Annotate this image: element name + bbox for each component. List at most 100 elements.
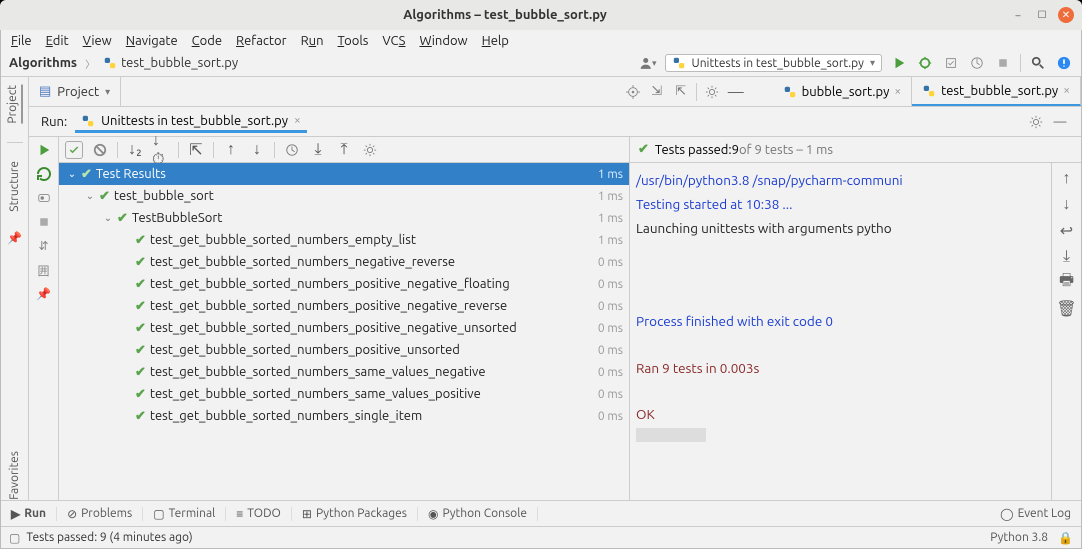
gear-icon[interactable]	[361, 141, 379, 159]
editor-tab-bubble-sort[interactable]: bubble_sort.py ×	[773, 77, 912, 106]
profile-button[interactable]	[968, 54, 986, 72]
search-everywhere-icon[interactable]	[1029, 54, 1047, 72]
tree-row-time: 1 ms	[598, 190, 623, 203]
close-button[interactable]: ✕	[1058, 7, 1074, 23]
debug-button[interactable]	[916, 54, 934, 72]
test-tree-row[interactable]: ✔ test_get_bubble_sorted_numbers_positive…	[59, 295, 629, 317]
run-session-tab[interactable]: Unittests in test_bubble_sort.py ×	[75, 111, 307, 133]
pass-icon: ✔	[81, 167, 92, 182]
collapse-all-icon[interactable]: ⇱	[672, 83, 690, 101]
menu-refactor[interactable]: Refactor	[236, 34, 287, 48]
menu-help[interactable]: Help	[482, 34, 509, 48]
project-tool-tab[interactable]: ▤ Project ▾	[29, 77, 121, 106]
test-tree-row[interactable]: ✔test_get_bubble_sorted_numbers_positive…	[59, 317, 629, 339]
bottom-todo[interactable]: ≡TODO	[226, 507, 292, 521]
test-tree-row[interactable]: ✔test_get_bubble_sorted_numbers_positive…	[59, 339, 629, 361]
next-failed-icon[interactable]: ↓	[248, 141, 266, 159]
run-button[interactable]	[890, 54, 908, 72]
tree-row-label: test_get_bubble_sorted_numbers_positive_…	[150, 299, 507, 313]
expander-icon[interactable]: ⌄	[67, 168, 77, 180]
lock-icon[interactable]: 🔒	[1058, 531, 1073, 545]
pin-icon[interactable]: ⇵	[35, 237, 53, 255]
chevron-down-icon: ▾	[105, 86, 110, 98]
collapse-icon[interactable]: ⇱	[187, 141, 205, 159]
test-tree-row[interactable]: ✔test_get_bubble_sorted_numbers_positive…	[59, 273, 629, 295]
sidebar-structure[interactable]: Structure	[8, 161, 21, 212]
bottom-problems[interactable]: ⊘Problems	[57, 507, 143, 521]
soft-wrap-icon[interactable]: ↩	[1058, 221, 1076, 239]
breadcrumb-project: Algorithms	[9, 56, 77, 70]
menu-code[interactable]: Code	[192, 34, 222, 48]
bookmark-icon[interactable]: 📌	[6, 229, 24, 247]
test-tree-row[interactable]: ⌄✔test_bubble_sort1 ms	[59, 185, 629, 207]
stop-button[interactable]	[994, 54, 1012, 72]
rerun-failed-button[interactable]	[35, 165, 53, 183]
test-tree-row[interactable]: ⌄✔Test Results1 ms	[59, 163, 629, 185]
run-config-dropdown[interactable]: Unittests in test_bubble_sort.py ▾	[665, 54, 883, 72]
stop-button[interactable]	[35, 213, 53, 231]
minimize-button[interactable]: –	[1010, 7, 1026, 23]
scroll-up-icon[interactable]: ↑	[1058, 169, 1076, 187]
menu-view[interactable]: View	[83, 34, 112, 48]
bottom-terminal[interactable]: ▢Terminal	[143, 507, 226, 521]
close-icon[interactable]: ×	[1063, 84, 1070, 97]
menu-edit[interactable]: Edit	[46, 34, 69, 48]
status-python[interactable]: Python 3.8	[990, 531, 1048, 544]
close-icon[interactable]: ×	[294, 114, 301, 127]
prev-failed-icon[interactable]: ↑	[222, 141, 240, 159]
updates-icon[interactable]	[1055, 54, 1073, 72]
sort-icon[interactable]: ↓₂	[126, 141, 144, 159]
test-tree-row[interactable]: ✔test_get_bubble_sorted_numbers_single_i…	[59, 405, 629, 427]
test-tree-row[interactable]: ✔test_get_bubble_sorted_numbers_same_val…	[59, 361, 629, 383]
maximize-button[interactable]: ☐	[1034, 7, 1050, 23]
scroll-down-icon[interactable]: ↓	[1058, 195, 1076, 213]
menu-run[interactable]: Run	[301, 34, 324, 48]
clear-icon[interactable]: 🗑	[1058, 299, 1076, 317]
test-tree-row[interactable]: ✔test_get_bubble_sorted_numbers_empty_li…	[59, 229, 629, 251]
hide-tool-icon[interactable]: —	[727, 83, 745, 101]
show-ignored-icon[interactable]	[91, 141, 109, 159]
test-history-icon[interactable]	[283, 141, 301, 159]
pass-icon: ✔	[135, 409, 146, 424]
test-tree-row[interactable]: ✔test_get_bubble_sorted_numbers_same_val…	[59, 383, 629, 405]
console-output[interactable]: /usr/bin/python3.8 /snap/pycharm-communi…	[630, 163, 1051, 500]
import-icon[interactable]: ⤓	[309, 141, 327, 159]
user-icon[interactable]: ▾	[639, 54, 657, 72]
pin-tab-icon[interactable]: 📌	[35, 285, 53, 303]
menu-tools[interactable]: Tools	[338, 34, 369, 48]
bottom-event-log[interactable]: ◯Event Log	[990, 507, 1081, 521]
breadcrumb[interactable]: Algorithms 〉 test_bubble_sort.py	[9, 56, 238, 71]
hide-tool-icon[interactable]: —	[1051, 113, 1069, 131]
bottom-python-console[interactable]: ◉Python Console	[418, 507, 538, 521]
menu-window[interactable]: Window	[419, 34, 467, 48]
close-icon[interactable]: ×	[894, 85, 901, 98]
menu-vcs[interactable]: VCS	[382, 34, 405, 48]
toggle-auto-test-button[interactable]	[35, 189, 53, 207]
test-tree-row[interactable]: ⌄✔TestBubbleSort1 ms	[59, 207, 629, 229]
expander-icon[interactable]: ⌄	[103, 212, 113, 224]
locate-icon[interactable]	[624, 83, 642, 101]
sidebar-favorites[interactable]: Favorites	[8, 451, 21, 500]
menu-navigate[interactable]: Navigate	[126, 34, 178, 48]
show-passed-icon[interactable]	[65, 141, 83, 159]
gear-icon[interactable]	[703, 83, 721, 101]
bottom-run[interactable]: ▶Run	[1, 507, 57, 521]
expander-icon[interactable]: ⌄	[85, 190, 95, 202]
editor-tab-test-bubble-sort[interactable]: test_bubble_sort.py ×	[912, 77, 1081, 106]
expand-all-icon[interactable]: ⇲	[648, 83, 666, 101]
pass-icon: ✔	[135, 299, 146, 314]
print-icon[interactable]: 🖶	[1058, 273, 1076, 291]
export-icon[interactable]: ⤒	[335, 141, 353, 159]
sort-time-icon[interactable]: ↓⏱	[152, 141, 170, 159]
menu-file[interactable]: File	[11, 34, 32, 48]
tree-row-time: 0 ms	[598, 344, 623, 357]
gear-icon[interactable]	[1027, 113, 1045, 131]
test-tree[interactable]: ⌄✔Test Results1 ms⌄✔test_bubble_sort1 ms…	[59, 163, 629, 500]
scroll-to-end-icon[interactable]: ⤓	[1058, 247, 1076, 265]
sidebar-project[interactable]: Project	[6, 85, 23, 124]
bottom-python-packages[interactable]: ⊞Python Packages	[292, 507, 418, 521]
coverage-button[interactable]	[942, 54, 960, 72]
layout-icon[interactable]: 囲	[35, 261, 53, 279]
rerun-button[interactable]	[35, 141, 53, 159]
test-tree-row[interactable]: ✔test_get_bubble_sorted_numbers_negative…	[59, 251, 629, 273]
